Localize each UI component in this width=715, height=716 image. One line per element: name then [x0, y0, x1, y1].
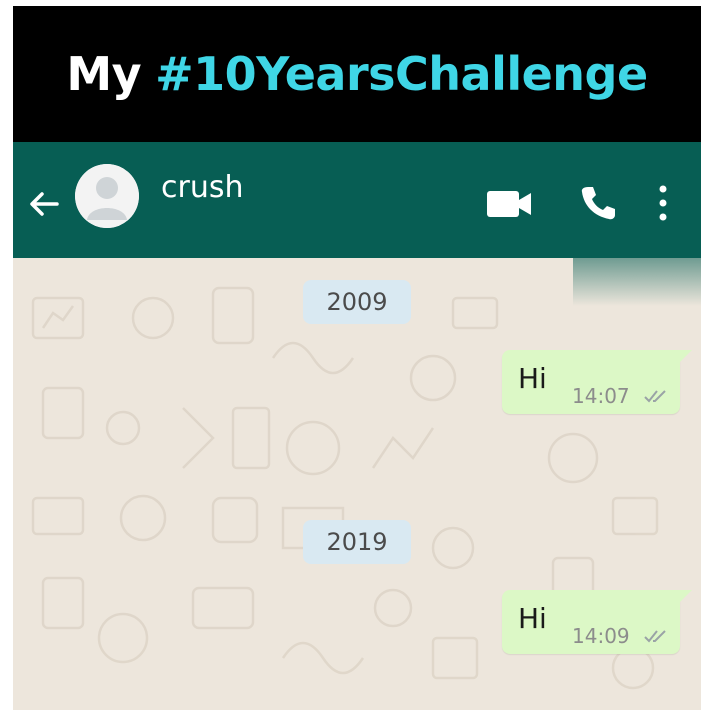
message-text: Hi — [518, 602, 547, 635]
header-shadow — [573, 258, 701, 306]
default-avatar-icon — [75, 164, 139, 228]
read-ticks-icon — [644, 390, 666, 403]
caption-word: My — [66, 47, 142, 101]
message-time: 14:07 — [572, 384, 630, 408]
meme-caption-banner: My #10YearsChallenge — [13, 6, 701, 142]
more-options-icon[interactable] — [655, 184, 671, 222]
contact-name[interactable]: crush — [161, 170, 244, 205]
date-chip-2019: 2019 — [303, 520, 411, 564]
avatar[interactable] — [75, 164, 139, 228]
caption-hashtag: #10YearsChallenge — [155, 47, 648, 101]
read-ticks-icon — [644, 630, 666, 643]
phone-call-icon[interactable] — [579, 184, 617, 222]
outgoing-message-bubble[interactable]: Hi 14:07 — [502, 350, 692, 414]
chat-area[interactable]: 2009 Hi 14:07 2019 Hi 14:09 — [13, 258, 701, 710]
message-text: Hi — [518, 362, 547, 395]
message-time: 14:09 — [572, 624, 630, 648]
back-arrow-icon[interactable] — [27, 187, 61, 221]
outgoing-message-bubble[interactable]: Hi 14:09 — [502, 590, 692, 654]
meme-frame: My #10YearsChallenge crush 2009 Hi 14:07… — [13, 6, 701, 710]
date-chip-2009: 2009 — [303, 280, 411, 324]
video-call-icon[interactable] — [485, 188, 533, 220]
